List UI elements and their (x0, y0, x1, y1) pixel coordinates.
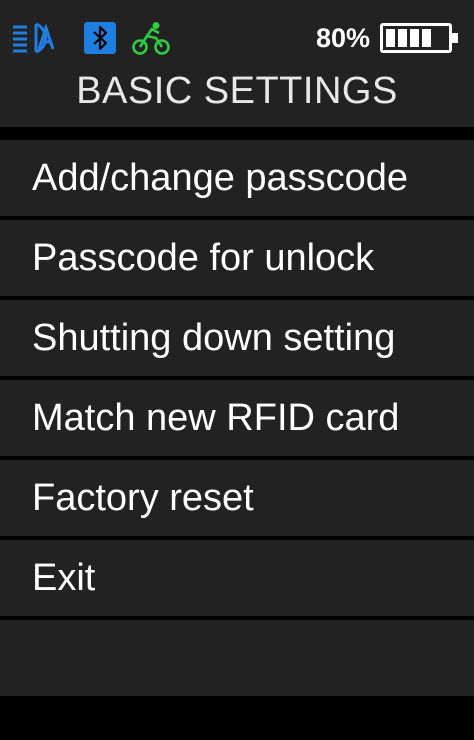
menu-item-factory-reset[interactable]: Factory reset (0, 460, 474, 536)
menu-item-label: Shutting down setting (32, 316, 396, 359)
battery-segment (434, 29, 443, 47)
status-icons (12, 20, 170, 56)
battery-segment (386, 29, 395, 47)
battery-cap (452, 33, 458, 43)
menu-item-label: Factory reset (32, 476, 254, 519)
auto-headlight-icon (12, 21, 64, 55)
menu-empty-slot (0, 620, 474, 696)
display-screen: 80% BASIC SETTINGS Add/change passcode P… (0, 0, 474, 740)
page-title: BASIC SETTINGS (76, 70, 398, 112)
menu-item-passcode-for-unlock[interactable]: Passcode for unlock (0, 220, 474, 296)
battery-segment (422, 29, 431, 47)
menu-item-shutting-down-setting[interactable]: Shutting down setting (0, 300, 474, 376)
menu-item-exit[interactable]: Exit (0, 540, 474, 616)
header-panel: 80% BASIC SETTINGS (0, 0, 474, 127)
battery-percent-label: 80% (315, 22, 370, 53)
battery-segment (410, 29, 419, 47)
menu-item-add-change-passcode[interactable]: Add/change passcode (0, 140, 474, 216)
bluetooth-icon (84, 22, 116, 54)
settings-menu: Add/change passcode Passcode for unlock … (0, 140, 474, 700)
battery-segment (398, 29, 407, 47)
battery-status: 80% (315, 22, 458, 54)
menu-item-label: Match new RFID card (32, 396, 400, 439)
menu-item-label: Add/change passcode (32, 156, 409, 199)
battery-icon (380, 23, 458, 53)
menu-item-label: Passcode for unlock (32, 236, 375, 279)
menu-item-match-new-rfid-card[interactable]: Match new RFID card (0, 380, 474, 456)
menu-item-label: Exit (32, 556, 96, 599)
bike-assist-icon (132, 21, 170, 55)
